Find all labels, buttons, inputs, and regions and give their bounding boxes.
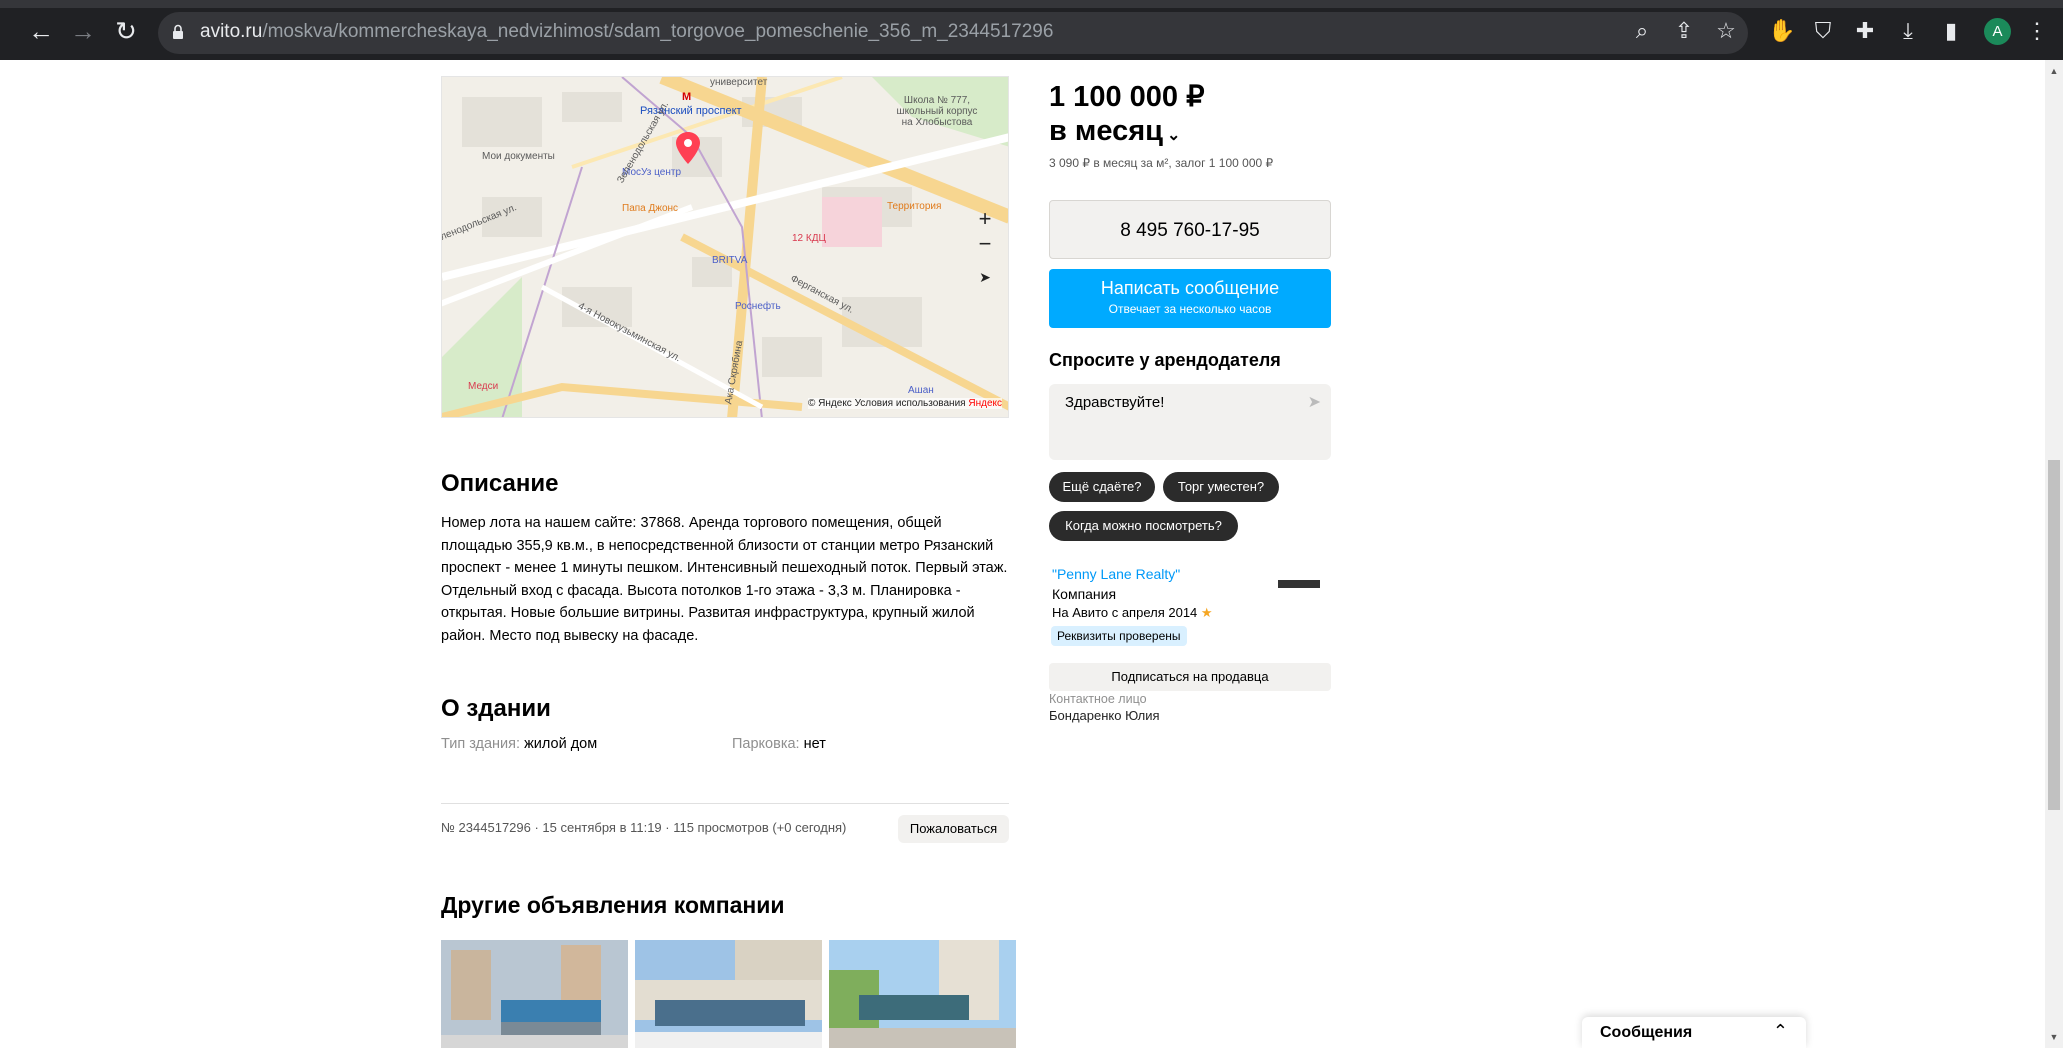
listing-thumbnail[interactable] — [635, 940, 822, 1048]
contact-name: Бондаренко Юлия — [1049, 708, 1160, 723]
divider — [441, 803, 1009, 804]
side-panel-icon[interactable]: ▮ — [1938, 18, 1964, 44]
url-path: /moskva/kommercheskaya_nedvizhimost/sdam… — [262, 21, 1054, 42]
yandex-logo: Яндекс — [968, 398, 1002, 409]
share-icon[interactable]: ⇪ — [1671, 18, 1697, 44]
description-text: Номер лота на нашем сайте: 37868. Аренда… — [441, 515, 1008, 644]
metro-icon: M — [682, 91, 692, 103]
messenger-widget[interactable]: Сообщения ⌃ — [1582, 1017, 1806, 1048]
tab-strip — [0, 0, 2063, 8]
map-label-university: университет — [710, 77, 768, 88]
thumbnail-image — [829, 940, 1016, 1048]
ask-message-text: Здравствуйте! — [1065, 394, 1165, 411]
back-icon[interactable]: ← — [26, 16, 56, 46]
listing-thumbnail[interactable] — [441, 940, 628, 1048]
quick-question-chip[interactable]: Ещё сдаёте? — [1049, 472, 1155, 502]
price: 1 100 000 ₽ в месяц ⌄ — [1049, 80, 1205, 153]
price-value: 1 100 000 ₽ — [1049, 81, 1205, 113]
seller-since-text: На Авито с апреля 2014 — [1052, 605, 1198, 620]
location-pin-icon — [676, 132, 700, 164]
messenger-title: Сообщения — [1600, 1024, 1693, 1041]
building-title: О здании — [441, 695, 551, 722]
quick-question-chip[interactable]: Когда можно посмотреть? — [1049, 511, 1238, 541]
adblock-icon[interactable]: ✋ — [1768, 18, 1795, 44]
price-period-toggle[interactable]: в месяц ⌄ — [1049, 114, 1205, 153]
parking-label: Парковка: — [732, 736, 800, 752]
location-map[interactable]: университет M Рязанский проспект Школа №… — [441, 76, 1009, 418]
map-label-school: Школа № 777, школьный корпус на Хлобысто… — [896, 95, 978, 128]
subscribe-button[interactable]: Подписаться на продавца — [1049, 663, 1331, 691]
building-type: Тип здания: жилой дом — [441, 736, 597, 752]
map-attribution-text: © Яндекс Условия использования — [808, 398, 966, 409]
listing-meta: № 2344517296 · 15 сентября в 11:19 · 115… — [441, 820, 847, 835]
map-label-papa: Папа Джонс — [622, 203, 679, 214]
chevron-up-icon[interactable]: ⌃ — [1773, 1021, 1788, 1042]
send-icon[interactable]: ➤ — [1308, 392, 1321, 412]
verified-badge: Реквизиты проверены — [1051, 626, 1187, 646]
description-title: Описание — [441, 470, 559, 497]
map-label-medsi: Медси — [468, 381, 499, 392]
scroll-up-icon[interactable]: ▲ — [2049, 66, 2059, 76]
ask-title: Спросите у арендодателя — [1049, 350, 1281, 370]
reply-time-label: Отвечает за несколько часов — [1108, 302, 1272, 316]
zoom-out-icon[interactable]: − — [973, 232, 997, 256]
map-attribution[interactable]: © Яндекс Условия использования Яндекс — [808, 398, 1002, 409]
shield-icon[interactable]: ⛉ — [1810, 18, 1836, 44]
seller-type: Компания — [1052, 586, 1117, 602]
zoom-icon[interactable]: ⌕ — [1629, 18, 1655, 44]
other-listings-title: Другие объявления компании — [441, 892, 785, 918]
price-period: в месяц — [1049, 115, 1163, 147]
map-label-kdc: 12 КДЦ — [792, 233, 826, 244]
medal-icon: ★ — [1200, 605, 1213, 620]
building-type-label: Тип здания: — [441, 736, 521, 752]
price-details: 3 090 ₽ в месяц за м², залог 1 100 000 ₽ — [1049, 156, 1274, 170]
parking-value: нет — [803, 736, 826, 752]
download-icon[interactable]: ⤓ — [1895, 18, 1921, 44]
show-phone-button[interactable]: 8 495 760-17-95 — [1049, 200, 1331, 259]
map-label-rosneft: Роснефть — [735, 301, 781, 312]
seller-name-link[interactable]: "Penny Lane Realty" — [1052, 566, 1180, 582]
map-label-docs: Мои документы — [482, 151, 555, 162]
extensions-puzzle-icon[interactable]: ✚ — [1852, 18, 1878, 44]
write-message-label: Написать сообщение — [1100, 278, 1280, 298]
lock-icon — [173, 24, 183, 39]
reload-icon[interactable]: ↻ — [111, 16, 141, 46]
menu-dots-icon[interactable]: ⋮ — [2024, 18, 2050, 44]
zoom-in-icon[interactable]: + — [973, 207, 997, 231]
ask-message-input[interactable]: Здравствуйте! ➤ — [1049, 384, 1331, 460]
profile-avatar[interactable]: A — [1984, 18, 2011, 45]
map-graphic — [442, 77, 1008, 417]
geolocate-icon[interactable]: ➤ — [973, 265, 997, 289]
thumbnail-image — [441, 940, 628, 1048]
chevron-down-icon: ⌄ — [1166, 127, 1181, 144]
map-label-ashan: Ашан — [908, 385, 934, 396]
map-label-territory: Территория — [887, 201, 942, 212]
listing-thumbnail[interactable] — [829, 940, 1016, 1048]
scrollbar-thumb[interactable] — [2048, 460, 2060, 810]
thumbnail-image — [635, 940, 822, 1048]
contact-label: Контактное лицо — [1049, 692, 1147, 706]
seller-logo[interactable] — [1278, 580, 1320, 588]
write-message-button[interactable]: Написать сообщение Отвечает за несколько… — [1049, 269, 1331, 328]
seller-since: На Авито с апреля 2014 ★ — [1052, 605, 1213, 621]
url-host: avito.ru — [200, 21, 263, 42]
complain-button[interactable]: Пожаловаться — [898, 815, 1009, 843]
map-label-britva: BRITVA — [712, 255, 748, 266]
quick-question-chip[interactable]: Торг уместен? — [1163, 472, 1279, 502]
bookmark-star-icon[interactable]: ☆ — [1713, 18, 1739, 44]
page-scrollbar[interactable]: ▲ ▼ — [2045, 60, 2063, 1048]
url-text[interactable]: avito.ru/moskva/kommercheskaya_nedvizhim… — [200, 21, 1053, 43]
forward-icon[interactable]: → — [68, 16, 98, 46]
scroll-down-icon[interactable]: ▼ — [2049, 1032, 2059, 1042]
parking: Парковка: нет — [732, 736, 826, 752]
building-type-value: жилой дом — [524, 736, 598, 752]
